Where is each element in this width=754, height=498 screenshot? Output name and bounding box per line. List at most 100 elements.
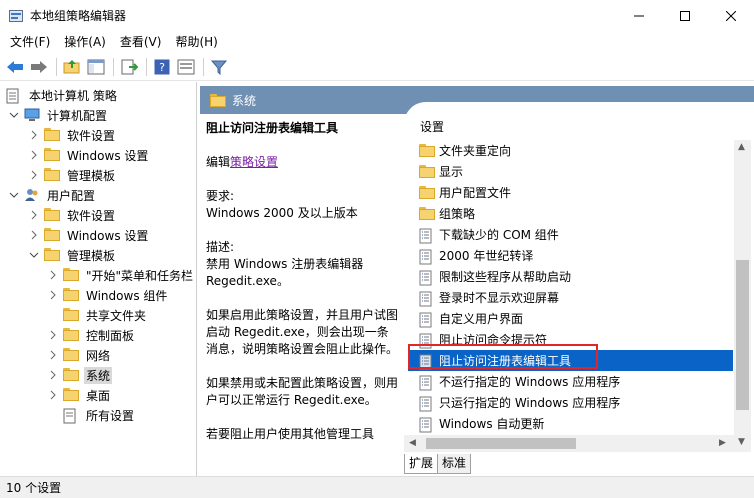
help-button[interactable]: ? (151, 56, 173, 78)
scroll-up-arrow-icon[interactable]: ▲ (738, 142, 745, 152)
details-pane: 系统 阻止访问注册表编辑工具 编辑策略设置 要求: Windows 2000 及以… (200, 82, 754, 476)
export-list-icon (121, 59, 138, 75)
list-item[interactable]: 2000 年世纪转译 (408, 245, 733, 266)
expand-chevron-icon[interactable] (28, 229, 40, 241)
list-item[interactable]: 自定义用户界面 (408, 308, 733, 329)
tree-item-windows-components[interactable]: Windows 组件 (47, 285, 169, 305)
tree-item-cc-software[interactable]: 软件设置 (28, 125, 117, 145)
list-item[interactable]: Windows 自动更新 (408, 413, 733, 434)
tree-item-uc-windows[interactable]: Windows 设置 (28, 225, 150, 245)
policy-setting-icon (419, 270, 435, 285)
tree-label: 用户配置 (47, 188, 96, 203)
policy-settings-link[interactable]: 策略设置 (230, 155, 278, 169)
list-item[interactable]: 显示 (408, 161, 733, 182)
menu-file[interactable]: 文件(F) (3, 31, 57, 53)
list-item-label: 自定义用户界面 (439, 312, 524, 326)
tab-standard[interactable]: 标准 (438, 454, 472, 474)
tree-item-cc-admin[interactable]: 管理模板 (28, 165, 117, 185)
folder-icon (419, 185, 435, 200)
tree-item-start-menu[interactable]: "开始"菜单和任务栏 (47, 265, 195, 285)
export-list-button[interactable] (118, 56, 140, 78)
expand-chevron-icon[interactable] (28, 149, 40, 161)
expand-chevron-icon[interactable] (28, 169, 40, 181)
toolbar-separator (113, 58, 114, 76)
list-item[interactable]: 文件夹重定向 (408, 140, 733, 161)
tree-item-shared-folders[interactable]: 共享文件夹 (47, 305, 148, 325)
scrollbar-thumb[interactable] (736, 260, 749, 410)
folder-icon (44, 228, 60, 242)
tree-item-network[interactable]: 网络 (47, 345, 112, 365)
column-header-setting[interactable]: 设置 (420, 118, 444, 135)
minimize-button[interactable] (616, 0, 662, 31)
folder-icon (63, 328, 79, 342)
list-item-label: 2000 年世纪转译 (439, 249, 534, 263)
close-button[interactable] (708, 0, 754, 31)
folder-icon (44, 248, 60, 262)
menu-action[interactable]: 操作(A) (57, 31, 113, 53)
forward-button[interactable] (28, 56, 50, 78)
expand-chevron-icon[interactable] (47, 349, 59, 361)
list-item[interactable]: 用户配置文件 (408, 182, 733, 203)
list-item[interactable]: 只运行指定的 Windows 应用程序 (408, 392, 733, 413)
description-value: 禁用 Windows 注册表编辑器 Regedit.exe。 (206, 257, 364, 288)
tree-item-uc-admin[interactable]: 管理模板 (28, 245, 117, 265)
expand-chevron-icon[interactable] (47, 389, 59, 401)
filter-button[interactable] (208, 56, 230, 78)
tree-item-uc-software[interactable]: 软件设置 (28, 205, 117, 225)
tree-label: 软件设置 (67, 128, 116, 143)
tree-label: 共享文件夹 (86, 308, 147, 323)
policy-setting-icon (419, 396, 435, 411)
tree-item-computer-config[interactable]: 计算机配置 (8, 105, 109, 125)
collapse-chevron-icon[interactable] (28, 249, 40, 261)
expand-chevron-icon[interactable] (47, 269, 59, 281)
tree-label: 本地计算机 策略 (29, 88, 117, 103)
collapse-chevron-icon[interactable] (8, 109, 20, 121)
folder-icon (63, 268, 79, 282)
tree-item-desktop[interactable]: 桌面 (47, 385, 112, 405)
tree-item-user-config[interactable]: 用户配置 (8, 185, 97, 205)
tree-label: 系统 (84, 366, 113, 384)
expand-chevron-icon[interactable] (47, 329, 59, 341)
tree-item-all-settings[interactable]: 所有设置 (47, 405, 136, 425)
tree-item-control-panel[interactable]: 控制面板 (47, 325, 136, 345)
edit-line: 编辑策略设置 (206, 154, 398, 171)
list-item-label: 只运行指定的 Windows 应用程序 (439, 396, 621, 410)
menu-help[interactable]: 帮助(H) (168, 31, 224, 53)
up-folder-button[interactable] (61, 56, 83, 78)
policy-setting-icon (419, 249, 435, 264)
scroll-down-arrow-icon[interactable]: ▼ (738, 437, 745, 447)
maximize-button[interactable] (662, 0, 708, 31)
list-item[interactable]: 登录时不显示欢迎屏幕 (408, 287, 733, 308)
svg-text:?: ? (159, 61, 165, 74)
list-item[interactable]: 下载缺少的 COM 组件 (408, 224, 733, 245)
expand-chevron-icon[interactable] (47, 289, 59, 301)
vertical-scrollbar[interactable]: ▲ ▼ (734, 140, 751, 452)
show-hide-tree-button[interactable] (85, 56, 107, 78)
folder-icon (419, 206, 435, 221)
list-item[interactable]: 不运行指定的 Windows 应用程序 (408, 371, 733, 392)
list-item[interactable]: 组策略 (408, 203, 733, 224)
list-item-label: 组策略 (439, 207, 476, 221)
description-para-2: 如果禁用或未配置此策略设置，则用户可以正常运行 Regedit.exe。 (206, 376, 399, 407)
tree-item-system[interactable]: 系统 (47, 365, 113, 385)
tree-label: 网络 (86, 348, 111, 363)
menu-view[interactable]: 查看(V) (113, 31, 169, 53)
back-button[interactable] (4, 56, 26, 78)
settings-list: 设置 文件夹重定向 显示 用户配置文件组策略下载缺少的 COM 组件 2000 年世纪… (404, 102, 754, 452)
folder-icon (44, 208, 60, 222)
list-item[interactable]: 限制这些程序从帮助启动 (408, 266, 733, 287)
expand-chevron-icon[interactable] (28, 209, 40, 221)
properties-button[interactable] (175, 56, 197, 78)
expand-chevron-icon[interactable] (47, 369, 59, 381)
tree-item-root[interactable]: 本地计算机 策略 (6, 85, 119, 105)
expand-chevron-icon[interactable] (28, 129, 40, 141)
status-bar: 10 个设置 (0, 476, 754, 498)
description-para-1: 如果启用此策略设置，并且用户试图启动 Regedit.exe，则会出现一条消息，… (206, 308, 399, 356)
scroll-right-arrow-icon[interactable]: ▶ (719, 438, 726, 448)
tab-extended[interactable]: 扩展 (404, 454, 439, 474)
horizontal-scrollbar[interactable]: ◀ ▶ (404, 435, 734, 452)
collapse-chevron-icon[interactable] (8, 189, 20, 201)
scroll-left-arrow-icon[interactable]: ◀ (409, 438, 416, 448)
tree-item-cc-windows[interactable]: Windows 设置 (28, 145, 150, 165)
scrollbar-thumb[interactable] (426, 438, 576, 449)
